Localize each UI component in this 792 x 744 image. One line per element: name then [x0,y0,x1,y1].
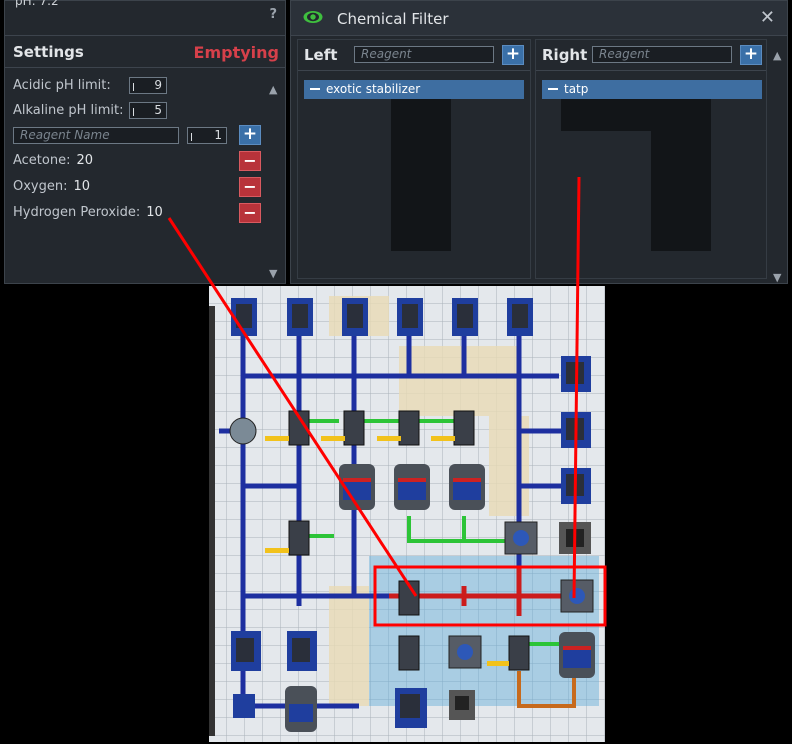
annotation-line [167,217,418,597]
annotation-overlay [167,176,607,627]
annotation-box [373,565,607,627]
annotation-line [572,176,581,599]
